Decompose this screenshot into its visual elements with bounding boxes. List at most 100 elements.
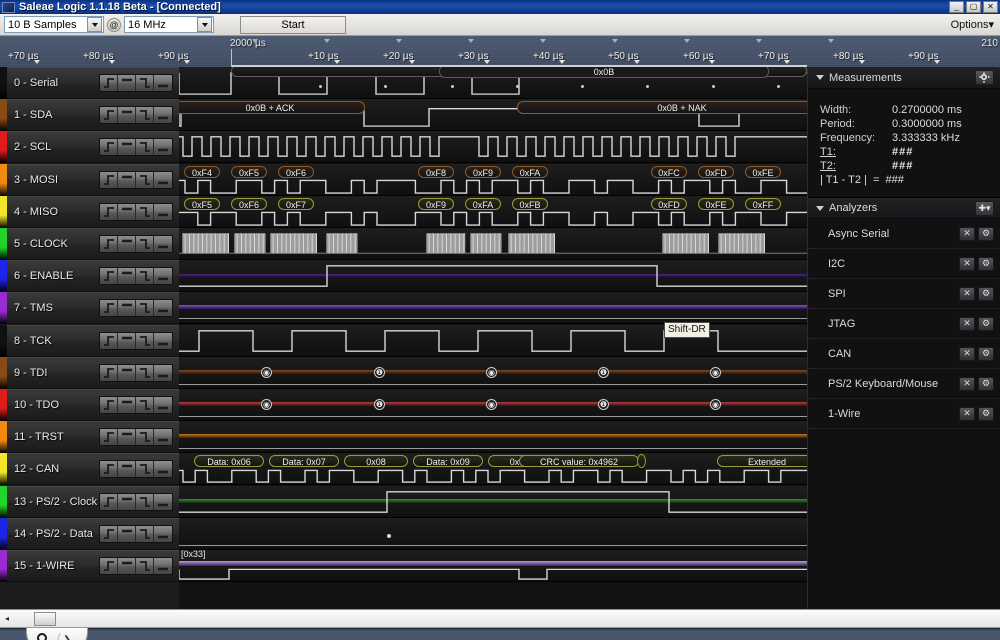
analyzer-row[interactable]: SPI ✕ ⚙ xyxy=(808,279,1000,309)
jtag-bit-marker[interactable]: ◉ xyxy=(486,399,497,410)
annotation-bubble[interactable]: 0xFE xyxy=(745,165,781,178)
annotation-bubble[interactable]: 0xFC xyxy=(651,165,687,178)
scrollbar-thumb[interactable] xyxy=(34,611,56,626)
gear-icon[interactable]: ⚙ xyxy=(978,376,994,391)
analyzer-row[interactable]: Async Serial ✕ ⚙ xyxy=(808,219,1000,249)
annotation-bubble[interactable]: 0x0B xyxy=(439,67,769,78)
channel-label-row[interactable]: 11 - TRST xyxy=(0,421,179,454)
falling-edge-icon[interactable] xyxy=(136,429,154,446)
gear-icon[interactable]: ⚙ xyxy=(978,406,994,421)
rising-edge-icon[interactable] xyxy=(100,171,118,188)
falling-edge-icon[interactable] xyxy=(136,461,154,478)
maximize-button[interactable]: ▢ xyxy=(966,1,981,13)
close-button[interactable]: ✕ xyxy=(983,1,998,13)
waveform-row[interactable] xyxy=(179,131,807,164)
rising-edge-icon[interactable] xyxy=(100,268,118,285)
measurements-gear-icon[interactable] xyxy=(975,70,994,85)
low-level-icon[interactable] xyxy=(154,461,172,478)
jtag-bit-marker[interactable]: ❶ xyxy=(374,399,385,410)
annotation-bubble[interactable]: 0xF9 xyxy=(418,197,454,210)
high-level-icon[interactable] xyxy=(118,268,136,285)
add-analyzer-button[interactable]: ✚▾ xyxy=(975,201,994,216)
high-level-icon[interactable] xyxy=(118,203,136,220)
jtag-bit-marker[interactable]: ◉ xyxy=(486,366,497,378)
time-ruler[interactable]: 2000 µs 210 +70 µs +80 µs +90 µs +10 µs +20 … xyxy=(0,36,1000,67)
waveform-row[interactable]: ◉ ❶ ◉ ❶ ◉ xyxy=(179,389,807,421)
low-level-icon[interactable] xyxy=(154,139,172,156)
falling-edge-icon[interactable] xyxy=(136,171,154,188)
waveform-row[interactable] xyxy=(179,517,807,550)
waveform-row[interactable]: 0x0B + ACK 0x0B + NAK xyxy=(179,99,807,132)
rising-edge-icon[interactable] xyxy=(100,236,118,252)
high-level-icon[interactable] xyxy=(118,558,136,574)
low-level-icon[interactable] xyxy=(154,268,172,285)
close-icon[interactable]: ✕ xyxy=(959,406,975,421)
annotation-bubble[interactable]: 0xF8 xyxy=(418,165,454,178)
waveform-row[interactable] xyxy=(179,228,807,260)
analyzer-row[interactable]: PS/2 Keyboard/Mouse ✕ ⚙ xyxy=(808,369,1000,399)
falling-edge-icon[interactable] xyxy=(136,332,154,349)
waveform-row[interactable]: [0x33] xyxy=(179,549,807,582)
channel-label-row[interactable]: 10 - TDO xyxy=(0,389,179,421)
minimize-button[interactable]: _ xyxy=(949,1,964,13)
low-level-icon[interactable] xyxy=(154,429,172,446)
channel-label-row[interactable]: 9 - TDI xyxy=(0,356,179,389)
gear-icon[interactable]: ⚙ xyxy=(978,346,994,361)
analyzers-section-header[interactable]: Analyzers ✚▾ xyxy=(808,197,1000,219)
waveform-row[interactable]: Shift-DR xyxy=(179,321,807,357)
annotation-bubble[interactable]: CRC value: 0x4962 xyxy=(519,455,639,468)
gear-icon[interactable]: ⚙ xyxy=(978,226,994,241)
close-icon[interactable]: ✕ xyxy=(959,226,975,241)
annotation-bubble[interactable]: 0xFA xyxy=(465,197,501,210)
high-level-icon[interactable] xyxy=(118,429,136,446)
analyzer-row[interactable]: CAN ✕ ⚙ xyxy=(808,339,1000,369)
annotation-bubble[interactable]: 0xFB xyxy=(512,197,548,210)
channel-label-row[interactable]: 3 - MOSI xyxy=(0,163,179,196)
caret-down-icon[interactable] xyxy=(816,205,824,211)
falling-edge-icon[interactable] xyxy=(136,236,154,252)
low-level-icon[interactable] xyxy=(154,300,172,317)
low-level-icon[interactable] xyxy=(154,493,172,510)
channel-label-row[interactable]: 13 - PS/2 - Clock xyxy=(0,485,179,518)
scroll-left-button[interactable]: ◂ xyxy=(0,611,14,627)
waveform-row[interactable] xyxy=(179,421,807,454)
horizontal-scrollbar[interactable]: ◂ xyxy=(0,609,1000,627)
close-icon[interactable]: ✕ xyxy=(959,376,975,391)
options-menu-button[interactable]: Options▾ xyxy=(951,18,994,31)
rising-edge-icon[interactable] xyxy=(100,139,118,156)
low-level-icon[interactable] xyxy=(154,236,172,252)
annotation-bubble[interactable]: 0xF9 xyxy=(465,165,501,178)
annotation-bubble[interactable]: 0xFE xyxy=(698,197,734,210)
annotation-bubble[interactable]: 0xF5 xyxy=(231,165,267,178)
falling-edge-icon[interactable] xyxy=(136,75,154,91)
close-icon[interactable]: ✕ xyxy=(959,346,975,361)
channel-label-row[interactable]: 8 - TCK xyxy=(0,324,179,357)
annotation-bubble[interactable]: 0x08 xyxy=(344,455,408,468)
gear-icon[interactable]: ⚙ xyxy=(978,256,994,271)
channel-label-row[interactable]: 1 - SDA xyxy=(0,99,179,132)
caret-down-icon[interactable] xyxy=(816,75,824,80)
close-icon[interactable]: ✕ xyxy=(959,316,975,331)
analyzer-row[interactable]: I2C ✕ ⚙ xyxy=(808,249,1000,279)
sample-count-dropdown[interactable]: 10 B Samples xyxy=(4,16,104,33)
channel-label-row[interactable]: 14 - PS/2 - Data xyxy=(0,517,179,550)
high-level-icon[interactable] xyxy=(118,300,136,317)
low-level-icon[interactable] xyxy=(154,75,172,91)
annotation-bubble[interactable]: 0x0B + NAK xyxy=(517,101,807,115)
rising-edge-icon[interactable] xyxy=(100,558,118,574)
channel-label-row[interactable]: 0 - Serial xyxy=(0,67,179,99)
zoom-control-tab[interactable]: ❯ xyxy=(26,628,88,640)
annotation-bubble[interactable]: Data: 0x06 xyxy=(194,455,264,468)
annotation-bubble[interactable]: 0x0B + ACK xyxy=(179,101,365,115)
annotation-bubble[interactable]: 0xF5 xyxy=(184,197,220,210)
low-level-icon[interactable] xyxy=(154,107,172,124)
rising-edge-icon[interactable] xyxy=(100,75,118,91)
high-level-icon[interactable] xyxy=(118,75,136,91)
rising-edge-icon[interactable] xyxy=(100,300,118,317)
gear-icon[interactable]: ⚙ xyxy=(978,286,994,301)
low-level-icon[interactable] xyxy=(154,203,172,220)
low-level-icon[interactable] xyxy=(154,332,172,349)
low-level-icon[interactable] xyxy=(154,525,172,542)
gear-icon[interactable]: ⚙ xyxy=(978,316,994,331)
high-level-icon[interactable] xyxy=(118,461,136,478)
